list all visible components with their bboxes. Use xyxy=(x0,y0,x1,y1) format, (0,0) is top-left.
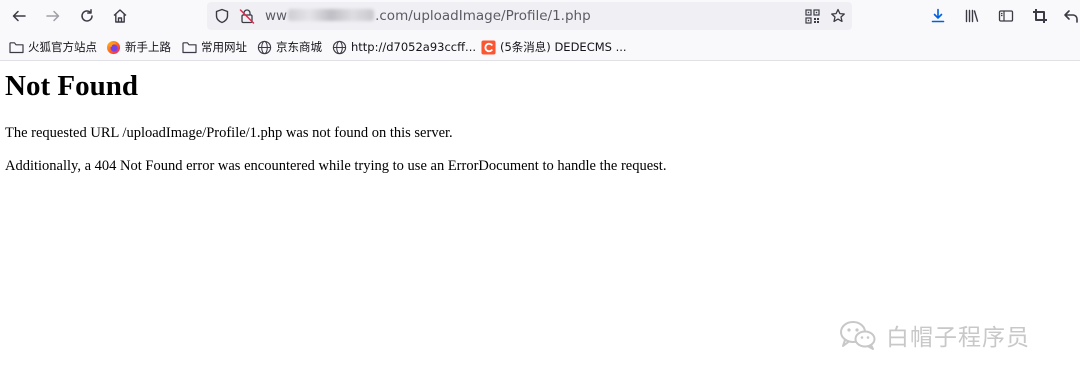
folder-icon xyxy=(8,39,24,55)
insecure-lock-icon[interactable] xyxy=(238,7,256,25)
forward-button[interactable] xyxy=(40,4,66,28)
folder-icon xyxy=(181,39,197,55)
bookmark-label: (5条消息) DEDECMS ... xyxy=(500,40,627,54)
star-icon[interactable] xyxy=(829,7,847,25)
downloads-button[interactable] xyxy=(925,4,951,28)
url-bar[interactable]: ww .com/uploadImage/Profile/1.php xyxy=(207,2,852,30)
undo-arrow-icon xyxy=(1064,10,1078,23)
arrow-left-icon xyxy=(12,10,26,22)
url-text[interactable]: ww .com/uploadImage/Profile/1.php xyxy=(265,8,591,24)
bookmarks-bar: 火狐官方站点 新手上路 常用网址 京东商城 http://d7052a93ccf… xyxy=(0,33,1080,61)
bookmark-item[interactable]: (5条消息) DEDECMS ... xyxy=(480,38,627,56)
bookmark-label: 火狐官方站点 xyxy=(28,40,97,54)
back-button[interactable] xyxy=(6,4,32,28)
url-path: .com/uploadImage/Profile/1.php xyxy=(375,8,591,24)
wechat-icon xyxy=(840,321,876,350)
reload-icon xyxy=(81,9,93,22)
home-icon xyxy=(113,9,127,23)
qr-code-icon[interactable] xyxy=(803,7,821,25)
shield-icon[interactable] xyxy=(213,7,231,25)
home-button[interactable] xyxy=(107,4,133,28)
arrow-right-icon xyxy=(46,10,60,22)
watermark: 白帽子程序员 xyxy=(838,318,1030,352)
bookmark-label: 常用网址 xyxy=(201,40,247,54)
redacted-domain xyxy=(288,9,375,21)
bookmark-item[interactable]: 京东商城 xyxy=(256,38,322,56)
error-message: The requested URL /uploadImage/Profile/1… xyxy=(5,125,453,141)
library-button[interactable] xyxy=(959,4,985,28)
download-icon xyxy=(931,8,945,23)
globe-icon xyxy=(256,39,272,55)
browser-toolbar: ww .com/uploadImage/Profile/1.php xyxy=(0,0,1080,33)
bookmark-label: http://d7052a93ccff... xyxy=(351,40,477,54)
sidebar-button[interactable] xyxy=(993,4,1019,28)
bookmark-label: 京东商城 xyxy=(276,40,322,54)
bookmark-item[interactable]: 常用网址 xyxy=(181,38,247,56)
bookmark-item[interactable]: http://d7052a93ccff... xyxy=(331,38,476,56)
screenshot-button[interactable] xyxy=(1027,4,1053,28)
watermark-text: 白帽子程序员 xyxy=(886,325,1030,351)
csdn-icon xyxy=(480,39,496,55)
bookmark-label: 新手上路 xyxy=(125,40,171,54)
url-prefix: ww xyxy=(265,8,288,24)
crop-icon xyxy=(1033,9,1047,23)
bookmark-item[interactable]: 火狐官方站点 xyxy=(8,38,97,56)
library-icon xyxy=(965,9,979,23)
bookmark-item[interactable]: 新手上路 xyxy=(105,38,171,56)
reload-button[interactable] xyxy=(74,4,100,28)
firefox-icon xyxy=(105,39,121,55)
page-title: Not Found xyxy=(5,70,138,102)
globe-icon xyxy=(331,39,347,55)
error-detail: Additionally, a 404 Not Found error was … xyxy=(5,158,667,174)
sidebar-icon xyxy=(998,10,1014,22)
undo-button[interactable] xyxy=(1058,4,1080,28)
